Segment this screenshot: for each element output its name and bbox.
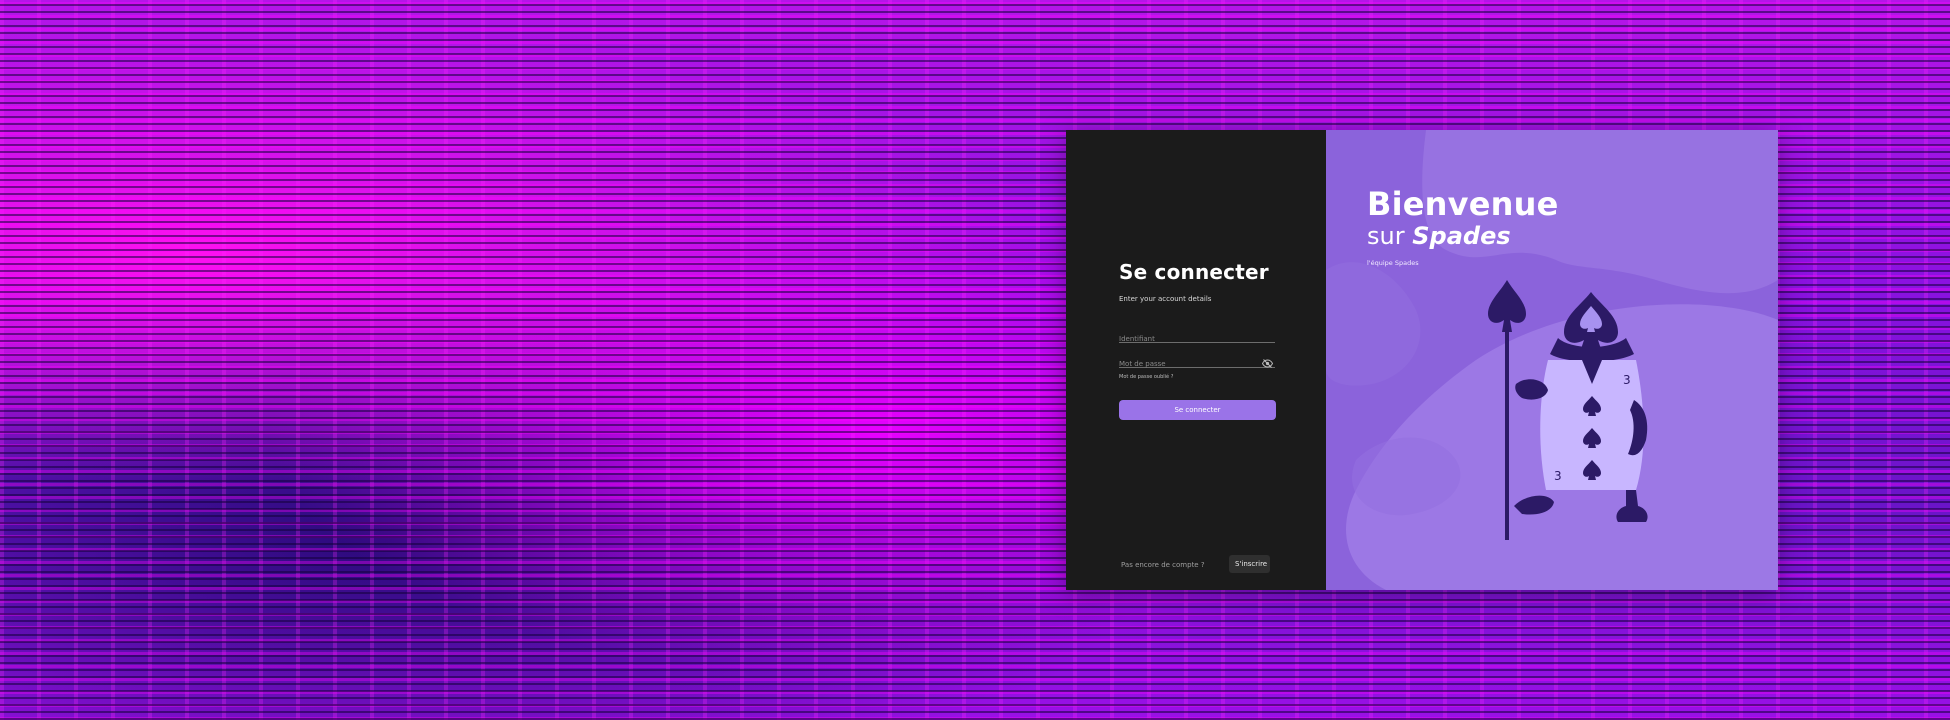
eye-off-icon[interactable]	[1261, 353, 1274, 368]
forgot-password-link[interactable]: Mot de passe oublié ?	[1119, 374, 1173, 380]
no-account-text: Pas encore de compte ?	[1121, 561, 1205, 569]
username-field-wrapper	[1119, 326, 1275, 346]
password-field-wrapper	[1119, 351, 1275, 371]
login-button[interactable]: Se connecter	[1119, 400, 1276, 420]
signup-button[interactable]: S'inscrire	[1229, 555, 1270, 573]
team-signature: l'équipe Spades	[1367, 259, 1419, 267]
welcome-subheading: sur Spades	[1367, 224, 1511, 248]
login-card: Se connecter Enter your account details …	[1066, 130, 1778, 590]
welcome-prefix: sur	[1367, 222, 1405, 250]
svg-text:3: 3	[1623, 373, 1631, 387]
brand-name: Spades	[1412, 222, 1511, 250]
password-input[interactable]	[1119, 357, 1252, 371]
spade-card-soldier-illustration: 3 3	[1488, 280, 1648, 540]
login-panel: Se connecter Enter your account details …	[1066, 130, 1326, 590]
svg-text:3: 3	[1554, 469, 1562, 483]
welcome-heading: Bienvenue	[1367, 185, 1559, 223]
login-subtitle: Enter your account details	[1119, 295, 1212, 303]
welcome-panel: Bienvenue sur Spades l'équipe Spades 3 3	[1326, 130, 1778, 590]
username-input[interactable]	[1119, 332, 1275, 346]
login-title: Se connecter	[1119, 260, 1269, 284]
